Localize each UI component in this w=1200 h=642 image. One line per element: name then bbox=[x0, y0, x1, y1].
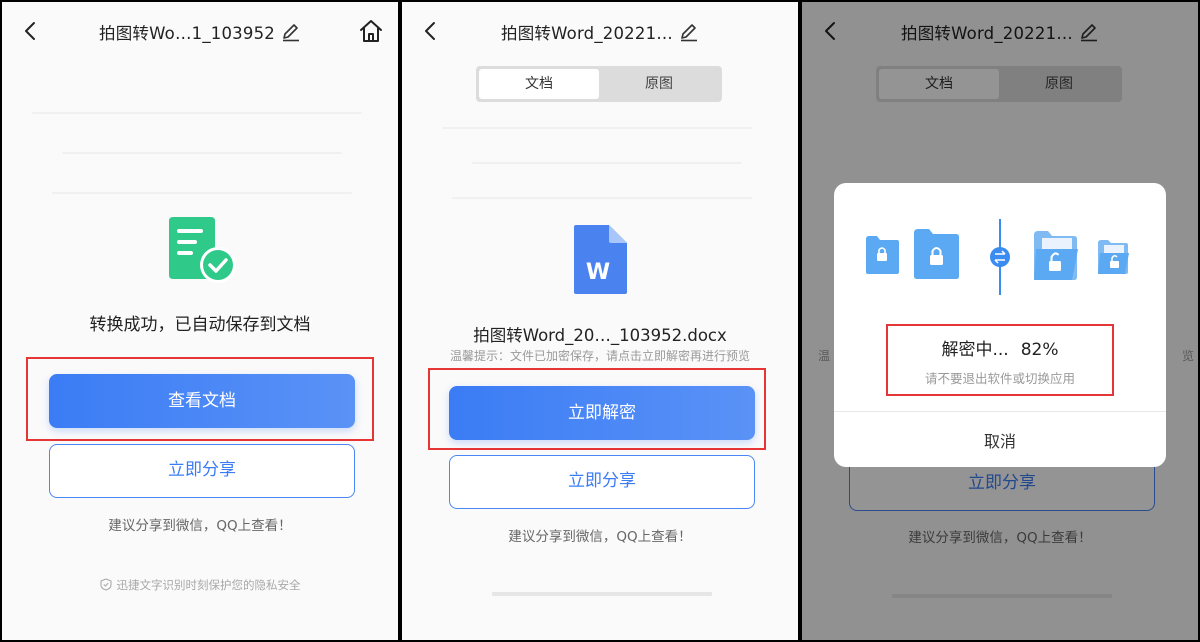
page-title: 拍图转Wo…1_103952 bbox=[2, 20, 398, 44]
tab-document[interactable]: 文档 bbox=[479, 69, 599, 99]
decrypt-animation bbox=[866, 219, 1129, 295]
decrypt-percent: 82% bbox=[1020, 340, 1059, 360]
share-button[interactable]: 立即分享 bbox=[449, 455, 755, 509]
ghost-line bbox=[492, 592, 712, 596]
ghost-line bbox=[472, 162, 742, 164]
header: 拍图转Wo…1_103952 bbox=[2, 2, 398, 60]
success-message: 转换成功，已自动保存到文档 bbox=[89, 315, 311, 335]
swap-arrows-icon bbox=[990, 219, 1010, 295]
ghost-line bbox=[442, 127, 752, 129]
unlocked-folder-large-icon bbox=[1034, 231, 1078, 280]
shield-icon bbox=[99, 578, 112, 591]
ghost-line bbox=[32, 112, 362, 114]
ghost-line bbox=[52, 192, 352, 194]
edit-pencil-icon[interactable] bbox=[679, 22, 699, 42]
document-success-icon bbox=[169, 217, 236, 283]
share-button[interactable]: 立即分享 bbox=[49, 444, 355, 498]
header: 拍图转Word_20221… bbox=[402, 2, 798, 60]
cancel-button[interactable]: 取消 bbox=[834, 428, 1166, 452]
tab-original-image[interactable]: 原图 bbox=[599, 69, 719, 99]
ghost-line bbox=[62, 152, 342, 154]
decrypt-button[interactable]: 立即解密 bbox=[449, 386, 755, 440]
share-suggestion: 建议分享到微信，QQ上查看！ bbox=[108, 518, 292, 534]
locked-folder-small-icon bbox=[866, 236, 899, 274]
unlocked-folder-small-icon bbox=[1098, 240, 1129, 274]
home-icon[interactable] bbox=[358, 18, 384, 44]
decrypt-status: 解密中... 82% bbox=[834, 335, 1166, 360]
page-title-text: 拍图转Word_20221… bbox=[501, 24, 673, 43]
decrypt-status-text: 解密中... bbox=[941, 340, 1009, 360]
ghost-line bbox=[452, 197, 752, 199]
privacy-note: 迅捷文字识别时刻保护您的隐私安全 bbox=[2, 577, 398, 593]
share-suggestion: 建议分享到微信，QQ上查看！ bbox=[508, 529, 692, 545]
word-file-letter: W bbox=[586, 260, 610, 285]
encryption-hint: 温馨提示：文件已加密保存，请点击立即解密再进行预览 bbox=[449, 349, 750, 363]
decrypt-progress-dialog: 解密中... 82% 请不要退出软件或切换应用 取消 bbox=[834, 183, 1166, 467]
screen-decrypting: 拍图转Word_20221… 文档 原图 温 览 立即分享 建议分享到微信，QQ… bbox=[802, 2, 1198, 640]
screen-encrypted-file: 拍图转Word_20221… 文档 原图 W 拍图转Word_20…_10395… bbox=[402, 2, 798, 640]
comparison-stage: 拍图转Wo…1_103952 转换成功，已自动保存到文档 查看文档 立即分享 建… bbox=[0, 0, 1200, 642]
file-name: 拍图转Word_20…_103952.docx bbox=[473, 326, 727, 345]
screen-convert-success: 拍图转Wo…1_103952 转换成功，已自动保存到文档 查看文档 立即分享 建… bbox=[2, 2, 398, 640]
privacy-note-text: 迅捷文字识别时刻保护您的隐私安全 bbox=[116, 578, 301, 592]
word-file-icon: W bbox=[574, 225, 627, 294]
edit-pencil-icon[interactable] bbox=[281, 22, 301, 42]
dialog-divider bbox=[834, 411, 1166, 412]
page-title-text: 拍图转Wo…1_103952 bbox=[99, 24, 275, 43]
locked-folder-large-icon bbox=[914, 229, 959, 279]
view-document-button[interactable]: 查看文档 bbox=[49, 374, 355, 428]
view-segmented-control: 文档 原图 bbox=[476, 66, 722, 102]
page-title: 拍图转Word_20221… bbox=[402, 20, 798, 44]
decrypt-warning: 请不要退出软件或切换应用 bbox=[924, 371, 1075, 386]
